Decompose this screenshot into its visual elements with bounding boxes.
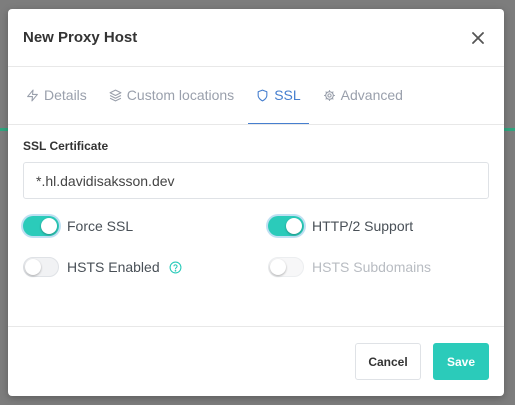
ssl-certificate-value: *.hl.davidisaksson.dev bbox=[36, 172, 175, 189]
modal-title: New Proxy Host bbox=[23, 29, 138, 46]
hsts-subdomains-toggle bbox=[268, 257, 304, 277]
hsts-enabled-toggle[interactable] bbox=[23, 257, 59, 277]
ssl-tab-content: SSL Certificate *.hl.davidisaksson.dev F… bbox=[8, 125, 504, 277]
modal-footer: Cancel Save bbox=[8, 326, 504, 396]
http2-support-option: HTTP/2 Support bbox=[268, 216, 489, 236]
modal-header: New Proxy Host bbox=[8, 9, 504, 67]
cancel-button[interactable]: Cancel bbox=[355, 343, 421, 380]
force-ssl-toggle[interactable] bbox=[23, 216, 59, 236]
tab-custom-locations-label: Custom locations bbox=[126, 87, 235, 103]
gear-icon bbox=[323, 89, 335, 101]
question-circle-icon[interactable] bbox=[169, 261, 182, 274]
http2-support-label: HTTP/2 Support bbox=[312, 218, 414, 234]
ssl-certificate-label: SSL Certificate bbox=[23, 139, 109, 153]
hsts-enabled-label: HSTS Enabled bbox=[67, 259, 160, 275]
layers-icon bbox=[109, 89, 122, 101]
hsts-subdomains-option: HSTS Subdomains bbox=[268, 257, 489, 277]
background-accent-line bbox=[503, 128, 515, 131]
tab-details[interactable]: Details bbox=[18, 67, 95, 124]
ssl-options: Force SSL HTTP/2 Support HSTS Enabled HS… bbox=[23, 216, 489, 277]
tab-details-label: Details bbox=[44, 87, 87, 103]
ssl-certificate-select[interactable]: *.hl.davidisaksson.dev bbox=[23, 162, 489, 199]
close-button[interactable] bbox=[467, 27, 489, 49]
tab-ssl[interactable]: SSL bbox=[248, 67, 309, 124]
toggle-knob bbox=[41, 218, 57, 234]
toggle-knob bbox=[286, 218, 302, 234]
force-ssl-option: Force SSL bbox=[23, 216, 268, 236]
tab-custom-locations[interactable]: Custom locations bbox=[101, 67, 242, 124]
http2-support-toggle[interactable] bbox=[268, 216, 304, 236]
hsts-enabled-option: HSTS Enabled bbox=[23, 257, 268, 277]
tab-advanced-label: Advanced bbox=[340, 87, 403, 103]
shield-icon bbox=[257, 89, 268, 101]
lightning-icon bbox=[27, 89, 38, 101]
new-proxy-host-modal: New Proxy Host Details Custom locations … bbox=[8, 9, 504, 396]
toggle-knob bbox=[25, 259, 41, 275]
hsts-subdomains-label: HSTS Subdomains bbox=[312, 259, 432, 275]
close-icon bbox=[472, 31, 484, 44]
tab-advanced[interactable]: Advanced bbox=[315, 67, 411, 124]
toggle-knob bbox=[270, 259, 286, 275]
tab-ssl-label: SSL bbox=[274, 87, 301, 103]
force-ssl-label: Force SSL bbox=[67, 218, 134, 234]
save-button[interactable]: Save bbox=[433, 343, 489, 380]
background-accent-line bbox=[0, 128, 8, 131]
tab-bar: Details Custom locations SSL Advanced bbox=[8, 67, 504, 125]
